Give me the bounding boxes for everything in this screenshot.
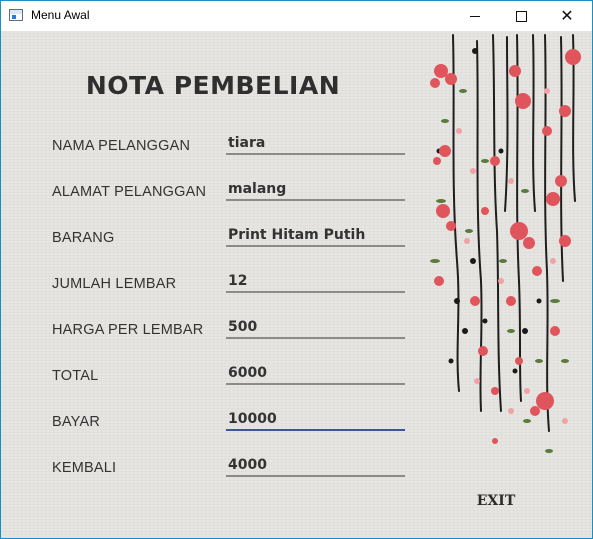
form-panel: NOTA PEMBELIAN NAMA PELANGGAN ALAMAT PEL… bbox=[1, 31, 592, 538]
label-kembali: KEMBALI bbox=[52, 460, 117, 476]
app-window: Menu Awal ✕ NOTA PEMBELIAN NAMA PELANGGA… bbox=[0, 0, 593, 539]
minimize-button[interactable] bbox=[452, 1, 498, 31]
label-total: TOTAL bbox=[52, 368, 99, 384]
kembali-field[interactable] bbox=[226, 455, 405, 477]
label-jumlah-lembar: JUMLAH LEMBAR bbox=[52, 276, 177, 292]
page-title: NOTA PEMBELIAN bbox=[85, 71, 341, 100]
label-barang: BARANG bbox=[52, 230, 115, 246]
app-window-icon bbox=[9, 9, 23, 21]
total-field[interactable] bbox=[226, 363, 405, 385]
maximize-icon bbox=[515, 10, 527, 22]
nama-pelanggan-field[interactable] bbox=[226, 133, 405, 155]
window-title: Menu Awal bbox=[31, 8, 90, 22]
label-nama-pelanggan: NAMA PELANGGAN bbox=[52, 138, 191, 154]
maximize-button[interactable] bbox=[498, 1, 544, 31]
label-bayar: BAYAR bbox=[52, 414, 101, 430]
title-bar[interactable]: Menu Awal ✕ bbox=[1, 1, 592, 31]
close-button[interactable]: ✕ bbox=[544, 1, 590, 31]
label-harga-per-lembar: HARGA PER LEMBAR bbox=[52, 322, 204, 338]
jumlah-lembar-field[interactable] bbox=[226, 271, 405, 293]
minimize-icon bbox=[470, 15, 480, 17]
floral-decoration bbox=[430, 34, 581, 453]
close-icon: ✕ bbox=[560, 6, 574, 25]
label-alamat-pelanggan: ALAMAT PELANGGAN bbox=[52, 184, 207, 200]
alamat-pelanggan-field[interactable] bbox=[226, 179, 405, 201]
harga-per-lembar-field[interactable] bbox=[226, 317, 405, 339]
barang-field[interactable] bbox=[226, 225, 405, 247]
bayar-field[interactable] bbox=[226, 409, 405, 431]
